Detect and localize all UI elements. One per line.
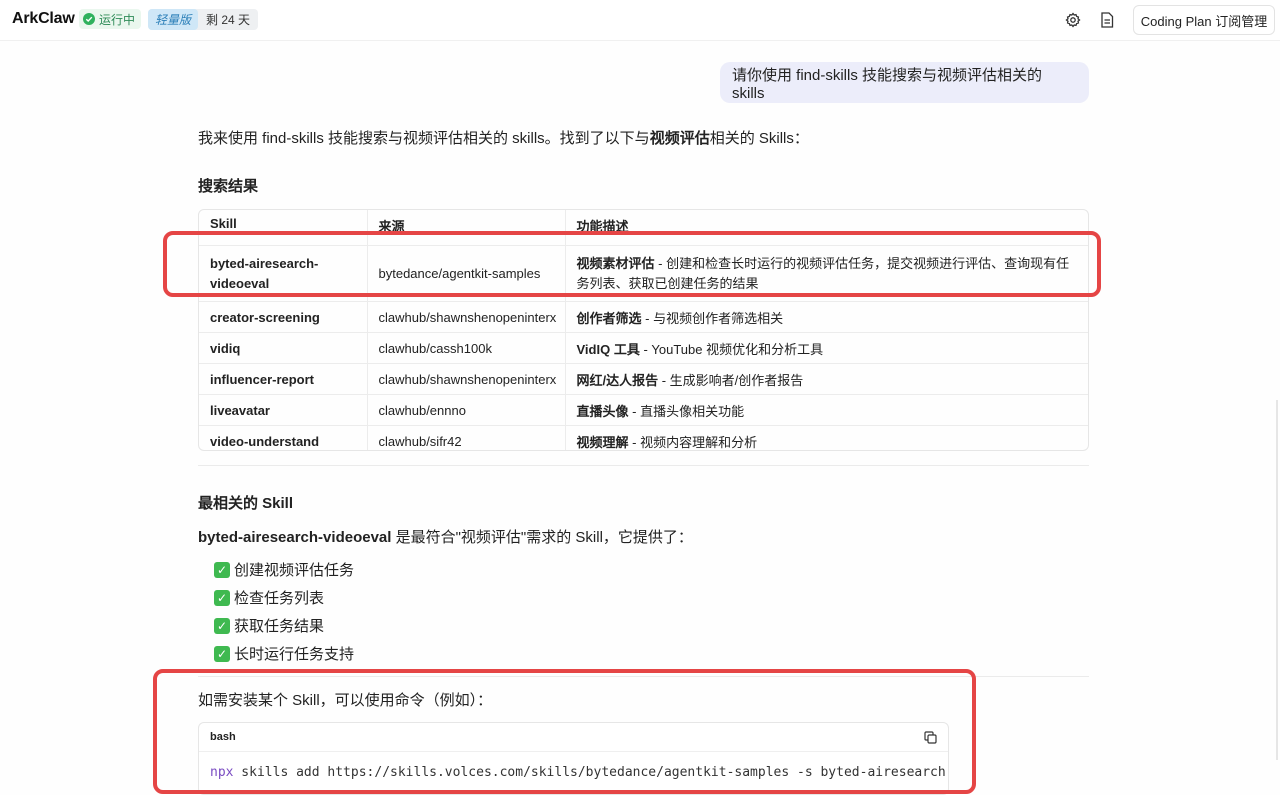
skill-description: 网红/达人报告 - 生成影响者/创作者报告	[565, 363, 1088, 395]
section-divider	[198, 465, 1089, 466]
section-divider	[198, 676, 1089, 677]
skill-name: vidiq	[199, 332, 368, 364]
skills-table: Skill 来源 功能描述 byted-airesearch-videoeval…	[198, 209, 1089, 451]
desc-text: - 与视频创作者筛选相关	[641, 310, 784, 326]
table-row: vidiq clawhub/cassh100k VidIQ 工具 - YouTu…	[199, 332, 1088, 364]
checkmark-icon: ✓	[214, 589, 230, 606]
checkmark-icon: ✓	[214, 645, 230, 662]
feature-item: ✓ 检查任务列表	[214, 587, 324, 608]
install-instructions: 如需安装某个 Skill，可以使用命令（例如）：	[198, 692, 493, 709]
plan-info: 轻量版 剩 24 天	[148, 9, 259, 30]
column-header: Skill	[199, 210, 368, 246]
skill-name: influencer-report	[199, 363, 368, 395]
skill-description: 视频理解 - 视频内容理解和分析	[565, 426, 1088, 451]
desc-bold: VidIQ 工具	[576, 341, 640, 357]
desc-bold: 视频理解	[576, 434, 629, 450]
skill-name: byted-airesearch-videoeval	[199, 245, 368, 302]
skill-description: 直播头像 - 直播头像相关功能	[565, 394, 1088, 426]
feature-item: ✓ 创建视频评估任务	[214, 559, 354, 580]
skill-source: bytedance/agentkit-samples	[367, 245, 566, 302]
skill-description: VidIQ 工具 - YouTube 视频优化和分析工具	[565, 332, 1088, 364]
intro-suffix: 相关的 Skills：	[709, 130, 809, 147]
checkmark-icon: ✓	[214, 561, 230, 578]
feature-label: 创建视频评估任务	[234, 562, 355, 579]
desc-bold: 创作者筛选	[576, 310, 642, 326]
table-row: influencer-report clawhub/shawnshenopeni…	[199, 363, 1088, 395]
intro-bold: 视频评估	[649, 130, 710, 147]
scrollbar[interactable]	[1276, 400, 1278, 760]
feature-label: 检查任务列表	[234, 590, 325, 607]
assistant-intro: 我来使用 find-skills 技能搜索与视频评估相关的 skills。找到了…	[198, 127, 809, 148]
code-keyword: npx	[210, 765, 234, 780]
skill-source: clawhub/shawnshenopeninterx	[367, 301, 566, 333]
table-row: liveavatar clawhub/ennno 直播头像 - 直播头像相关功能	[199, 394, 1088, 426]
status-text: 运行中	[99, 12, 136, 27]
code-content[interactable]: npx skills add https://skills.volces.com…	[199, 752, 948, 780]
desc-text: - 直播头像相关功能	[628, 403, 745, 419]
gear-icon[interactable]	[1064, 11, 1082, 29]
desc-text: - YouTube 视频优化和分析工具	[639, 341, 824, 357]
search-results-heading: 搜索结果	[198, 178, 259, 195]
status-badge: 运行中	[79, 9, 142, 29]
skill-name: liveavatar	[199, 394, 368, 426]
best-skill-heading: 最相关的 Skill	[198, 495, 294, 512]
table-row: creator-screening clawhub/shawnshenopeni…	[199, 301, 1088, 333]
plan-badge: 轻量版	[148, 9, 199, 30]
desc-bold: 直播头像	[576, 403, 629, 419]
user-message: 请你使用 find-skills 技能搜索与视频评估相关的 skills	[720, 62, 1089, 103]
table-row: video-understand clawhub/sifr42 视频理解 - 视…	[199, 425, 1088, 451]
check-circle-icon	[83, 13, 95, 25]
skill-source: clawhub/ennno	[367, 394, 566, 426]
skill-source: clawhub/cassh100k	[367, 332, 566, 364]
column-header: 功能描述	[565, 210, 1088, 246]
table-row: byted-airesearch-videoeval bytedance/age…	[199, 245, 1088, 302]
days-left: 剩 24 天	[206, 13, 251, 27]
feature-label: 获取任务结果	[234, 618, 325, 635]
top-bar: ArkClaw 运行中 轻量版 剩 24 天 Coding Plan 订阅管理	[0, 0, 1280, 41]
feature-label: 长时运行任务支持	[234, 646, 355, 663]
table-header-row: Skill 来源 功能描述	[199, 210, 1088, 246]
desc-bold: 视频素材评估	[576, 255, 655, 271]
desc-text: - 视频内容理解和分析	[628, 434, 758, 450]
code-language: bash	[210, 731, 236, 743]
copy-icon[interactable]	[924, 730, 937, 744]
intro-text: 我来使用 find-skills 技能搜索与视频评估相关的 skills。找到了…	[198, 130, 650, 147]
best-skill-name: byted-airesearch-videoeval	[198, 529, 392, 546]
desc-text: - 生成影响者/创作者报告	[658, 372, 804, 388]
skill-source: clawhub/sifr42	[367, 425, 566, 450]
best-skill-desc: 是最符合"视频评估"需求的 Skill，它提供了：	[391, 529, 693, 546]
feature-item: ✓ 获取任务结果	[214, 615, 324, 636]
document-icon[interactable]	[1098, 11, 1116, 29]
skill-name: video-understand	[199, 425, 368, 450]
coding-plan-button[interactable]: Coding Plan 订阅管理	[1133, 5, 1275, 35]
column-header: 来源	[367, 210, 566, 246]
skill-description: 视频素材评估 - 创建和检查长时运行的视频评估任务，提交视频进行评估、查询现有任…	[565, 245, 1088, 302]
code-header: bash	[199, 723, 948, 752]
app-brand: ArkClaw	[12, 10, 75, 27]
skill-source: clawhub/shawnshenopeninterx	[367, 363, 566, 395]
code-command: skills add https://skills.volces.com/ski…	[233, 765, 949, 780]
skill-name: creator-screening	[199, 301, 368, 333]
desc-bold: 网红/达人报告	[576, 372, 659, 388]
best-skill-text: byted-airesearch-videoeval 是最符合"视频评估"需求的…	[198, 526, 693, 547]
code-block: bash npx skills add https://skills.volce…	[198, 722, 949, 795]
checkmark-icon: ✓	[214, 617, 230, 634]
skill-description: 创作者筛选 - 与视频创作者筛选相关	[565, 301, 1088, 333]
feature-item: ✓ 长时运行任务支持	[214, 643, 354, 664]
